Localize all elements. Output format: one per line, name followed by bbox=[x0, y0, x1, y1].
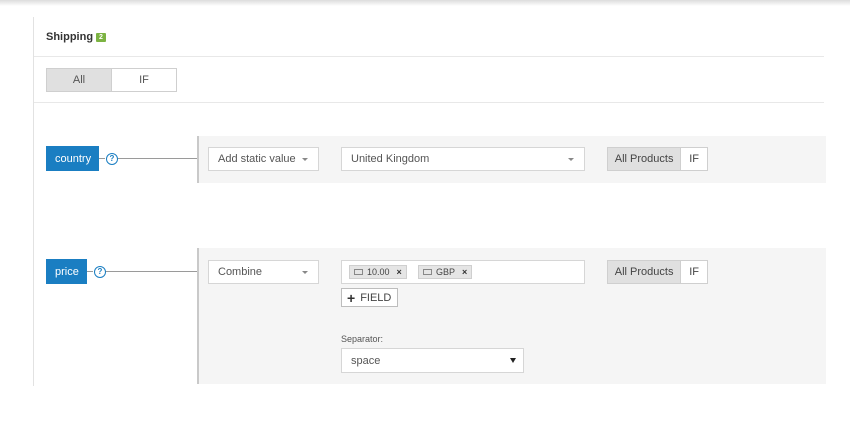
help-icon[interactable]: ? bbox=[106, 153, 118, 165]
connector-line bbox=[118, 158, 197, 159]
plus-icon: + bbox=[347, 289, 356, 306]
mode-select-value: Add static value bbox=[218, 153, 296, 165]
section-title: Shipping 2 bbox=[46, 31, 106, 43]
value-select-text: United Kingdom bbox=[351, 153, 430, 165]
close-icon[interactable]: × bbox=[397, 267, 402, 277]
scope-if[interactable]: IF bbox=[680, 261, 707, 283]
keyboard-icon bbox=[354, 269, 363, 275]
field-chip[interactable]: 10.00 × bbox=[349, 265, 407, 279]
close-icon[interactable]: × bbox=[462, 267, 467, 277]
scope-toggle-country: All Products IF bbox=[607, 147, 708, 171]
add-field-button[interactable]: + FIELD bbox=[341, 288, 399, 307]
toggle-if[interactable]: IF bbox=[111, 69, 176, 91]
toggle-all[interactable]: All bbox=[47, 69, 111, 91]
mode-select-value: Combine bbox=[218, 266, 263, 278]
chip-label: 10.00 bbox=[367, 267, 390, 277]
field-tag-country: country bbox=[46, 146, 99, 171]
connector-line bbox=[87, 271, 93, 272]
all-if-toggle: All IF bbox=[46, 68, 177, 92]
field-tag-price: price bbox=[46, 259, 87, 284]
mode-select-country[interactable]: Add static value bbox=[208, 147, 319, 171]
scope-all-products[interactable]: All Products bbox=[608, 148, 681, 170]
caret-down-icon bbox=[568, 158, 574, 161]
caret-down-icon bbox=[510, 358, 516, 363]
scope-if[interactable]: IF bbox=[680, 148, 707, 170]
connector-line bbox=[106, 271, 197, 272]
top-shadow bbox=[0, 0, 850, 6]
connector-line bbox=[99, 158, 105, 159]
divider bbox=[34, 102, 824, 103]
section-title-text: Shipping bbox=[46, 31, 94, 43]
mode-select-price[interactable]: Combine bbox=[208, 260, 319, 284]
help-icon[interactable]: ? bbox=[94, 266, 106, 278]
caret-down-icon bbox=[302, 158, 308, 161]
keyboard-icon bbox=[423, 269, 432, 275]
count-badge: 2 bbox=[96, 33, 106, 42]
separator-select-value: space bbox=[351, 354, 381, 367]
field-chip[interactable]: GBP × bbox=[418, 265, 473, 279]
caret-down-icon bbox=[302, 271, 308, 274]
separator-label: Separator: bbox=[341, 334, 384, 344]
combine-fields-box[interactable]: 10.00 × GBP × bbox=[341, 260, 585, 284]
separator-select[interactable]: space bbox=[341, 348, 524, 373]
add-field-label: FIELD bbox=[360, 291, 392, 304]
divider bbox=[34, 56, 824, 57]
value-select-country[interactable]: United Kingdom bbox=[341, 147, 585, 171]
chip-label: GBP bbox=[436, 267, 456, 277]
scope-all-products[interactable]: All Products bbox=[608, 261, 681, 283]
scope-toggle-price: All Products IF bbox=[607, 260, 708, 284]
